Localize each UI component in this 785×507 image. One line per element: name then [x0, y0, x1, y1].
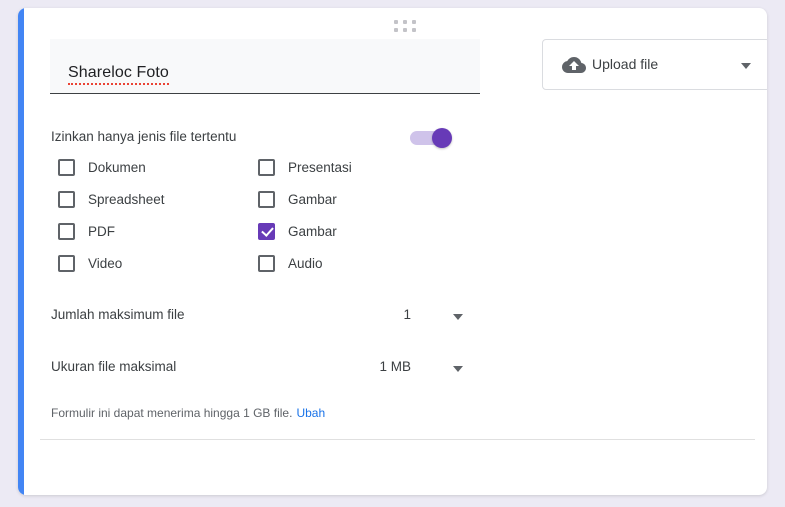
- drag-dot: [403, 20, 407, 24]
- allow-specific-types-row: Izinkan hanya jenis file tertentu: [51, 128, 456, 150]
- checkbox-icon[interactable]: [258, 255, 275, 272]
- file-type-label: PDF: [88, 224, 115, 239]
- question-title-text: Shareloc Foto: [68, 64, 169, 85]
- drag-dot: [412, 20, 416, 24]
- upload-file-button[interactable]: Upload file: [542, 39, 767, 90]
- toggle-knob: [432, 128, 452, 148]
- max-size-caret-icon[interactable]: [453, 366, 463, 372]
- max-files-label: Jumlah maksimum file: [51, 307, 185, 322]
- max-files-value[interactable]: 1: [371, 307, 411, 322]
- capacity-helper-text: Formulir ini dapat menerima hingga 1 GB …: [51, 406, 325, 420]
- card-accent-bar: [18, 8, 24, 495]
- checkbox-icon[interactable]: [58, 159, 75, 176]
- file-type-label: Gambar: [288, 224, 337, 239]
- checkbox-checked-icon[interactable]: [258, 223, 275, 240]
- checkbox-icon[interactable]: [258, 159, 275, 176]
- max-files-caret-icon[interactable]: [453, 314, 463, 320]
- allow-specific-types-label: Izinkan hanya jenis file tertentu: [51, 129, 237, 144]
- drag-dots-icon[interactable]: [394, 20, 420, 32]
- checkbox-icon[interactable]: [58, 191, 75, 208]
- question-card: Shareloc Foto Upload file Izinkan hanya …: [18, 8, 767, 495]
- file-type-label: Presentasi: [288, 160, 352, 175]
- file-type-label: Spreadsheet: [88, 192, 165, 207]
- card-footer: Wajib diisi: [18, 440, 767, 495]
- checkbox-icon[interactable]: [258, 191, 275, 208]
- drag-dot: [412, 28, 416, 32]
- file-type-label: Gambar: [288, 192, 337, 207]
- file-type-label: Video: [88, 256, 123, 271]
- upload-file-label: Upload file: [592, 56, 659, 72]
- max-size-label: Ukuran file maksimal: [51, 359, 177, 374]
- checkbox-icon[interactable]: [58, 223, 75, 240]
- checkbox-icon[interactable]: [58, 255, 75, 272]
- drag-dot: [394, 20, 398, 24]
- file-type-label: Audio: [288, 256, 323, 271]
- capacity-helper-label: Formulir ini dapat menerima hingga 1 GB …: [51, 406, 293, 420]
- allow-specific-types-toggle[interactable]: [410, 128, 456, 148]
- max-size-row: Ukuran file maksimal 1 MB: [51, 357, 463, 381]
- change-capacity-link[interactable]: Ubah: [296, 406, 325, 420]
- cloud-upload-icon: [561, 55, 587, 80]
- file-type-label: Dokumen: [88, 160, 146, 175]
- max-size-value[interactable]: 1 MB: [346, 359, 411, 374]
- chevron-down-icon[interactable]: [741, 63, 751, 69]
- question-title-field[interactable]: Shareloc Foto: [50, 39, 480, 94]
- drag-dot: [394, 28, 398, 32]
- drag-dot: [403, 28, 407, 32]
- max-files-row: Jumlah maksimum file 1: [51, 305, 463, 329]
